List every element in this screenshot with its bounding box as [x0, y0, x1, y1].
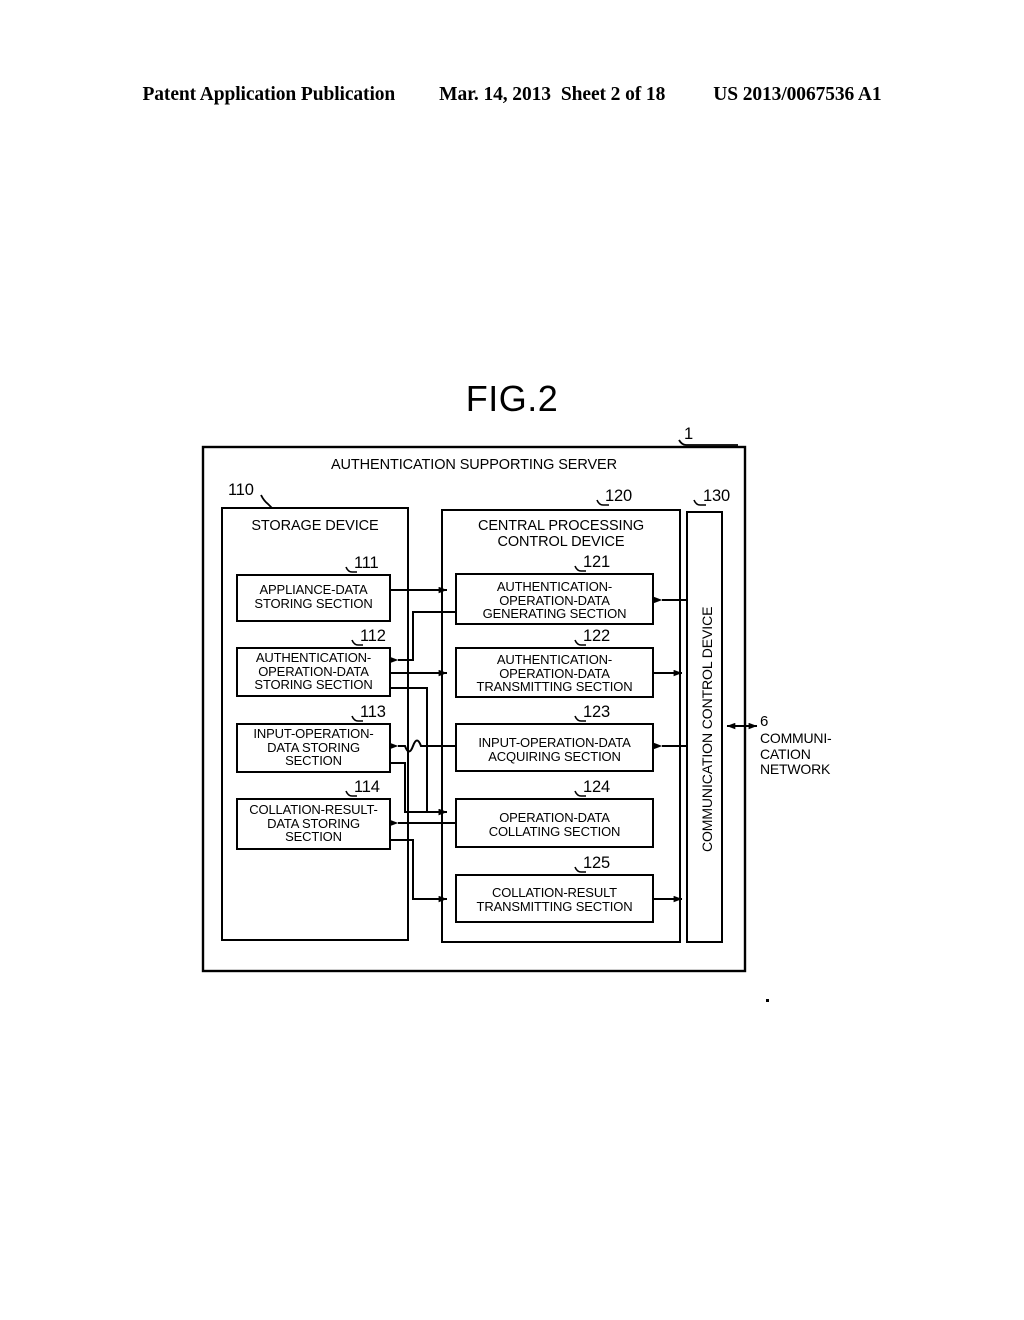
ref-6: 6	[760, 713, 769, 730]
section-label-113: INPUT-OPERATION- DATA STORING SECTION	[253, 726, 374, 769]
conn-121-to-112	[389, 611, 456, 664]
conn-112-to-124	[390, 687, 448, 816]
page-mark	[766, 999, 769, 1002]
ref-113: 113	[360, 703, 386, 721]
section-label-122: AUTHENTICATION- OPERATION-DATA TRANSMITT…	[476, 652, 633, 695]
section-label-111: APPLIANCE-DATA STORING SECTION	[254, 582, 373, 611]
ref-130: 130	[703, 487, 730, 505]
ref-1: 1	[684, 425, 693, 443]
ref-123: 123	[583, 703, 610, 721]
section-label-121: AUTHENTICATION- OPERATION-DATA GENERATIN…	[482, 579, 627, 622]
ref-110: 110	[228, 481, 254, 499]
ref-121: 121	[583, 553, 610, 571]
central-processing-title: CENTRAL PROCESSING CONTROL DEVICE	[477, 518, 645, 550]
ref-111: 111	[354, 554, 379, 572]
ref-112: 112	[360, 627, 386, 645]
section-label-125: COLLATION-RESULT TRANSMITTING SECTION	[476, 885, 633, 914]
section-label-124: OPERATION-DATA COLLATING SECTION	[488, 810, 621, 839]
ref-125: 125	[583, 854, 610, 872]
ref-120: 120	[605, 487, 632, 505]
outer-frame-title: AUTHENTICATION SUPPORTING SERVER	[330, 457, 618, 473]
conn-113-to-124	[390, 762, 448, 816]
ref-124: 124	[583, 778, 610, 796]
ref-122: 122	[583, 627, 610, 645]
section-label-112: AUTHENTICATION- OPERATION-DATA STORING S…	[254, 650, 373, 693]
conn-114-to-125	[390, 839, 448, 903]
communication-control-device-label: COMMUNICATION CONTROL DEVICE	[699, 606, 715, 852]
storage-device-title: STORAGE DEVICE	[251, 518, 379, 534]
communication-network-label: COMMUNI- CATION NETWORK	[760, 730, 832, 777]
leader-110	[260, 494, 273, 509]
section-label-123: INPUT-OPERATION-DATA ACQUIRING SECTION	[478, 735, 631, 764]
section-label-114: COLLATION-RESULT- DATA STORING SECTION	[249, 802, 378, 845]
ref-114: 114	[354, 778, 380, 796]
